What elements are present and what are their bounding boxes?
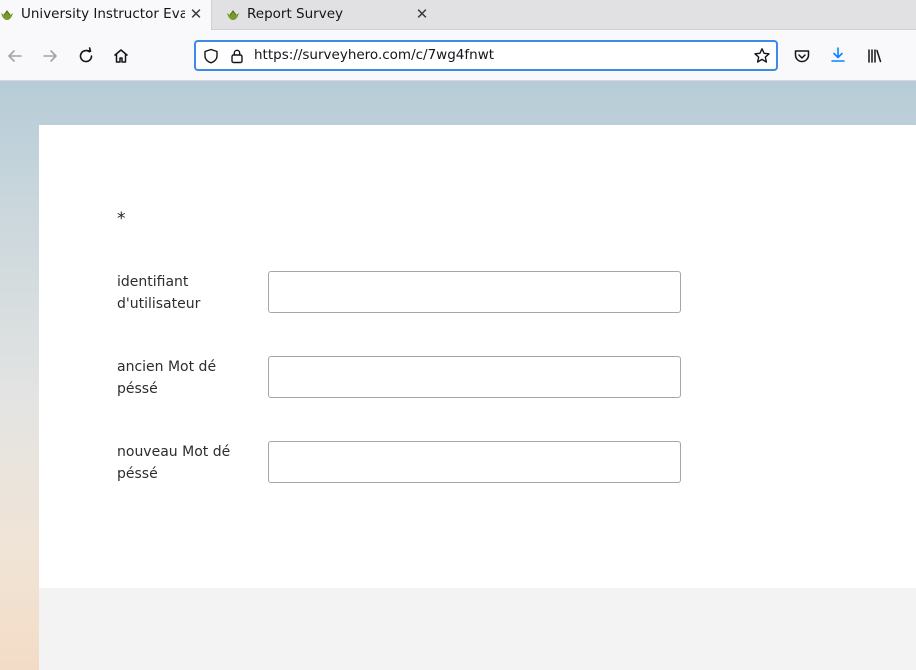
required-marker: * [117,209,126,229]
new-password-label: nouveau Mot dé péssé [117,444,231,482]
tab-title: University Instructor Evaluati [21,6,185,22]
surveyhero-favicon-icon [1,10,13,20]
url-bar[interactable]: https://surveyhero.com/c/7wg4fnwt [194,40,778,71]
forward-arrow-icon[interactable] [39,45,61,67]
surveyhero-favicon-icon [227,10,239,20]
home-icon[interactable] [110,45,132,67]
navigation-toolbar: https://surveyhero.com/c/7wg4fnwt [0,30,916,81]
old-password-input[interactable] [268,356,681,398]
new-password-input[interactable] [268,441,681,483]
tab-report-survey[interactable]: Report Survey ✕ [213,0,441,30]
tab-university-instructor-evaluation[interactable]: University Instructor Evaluati ✕ [0,0,212,30]
lock-icon[interactable] [226,45,248,67]
survey-footer [39,588,916,670]
old-password-label: ancien Mot dé péssé [117,359,217,397]
user-id-input[interactable] [268,271,681,313]
page-background: * identifiant d'utilisateur ancien Mot d… [0,81,916,670]
tab-title: Report Survey [247,6,344,22]
user-id-label: identifiant d'utilisateur [117,274,201,312]
close-tab-icon[interactable]: ✕ [188,5,204,23]
library-icon[interactable] [863,45,885,67]
url-text[interactable]: https://surveyhero.com/c/7wg4fnwt [254,47,494,63]
tab-strip: University Instructor Evaluati ✕ Report … [0,0,916,30]
download-icon[interactable] [827,44,849,66]
close-tab-icon[interactable]: ✕ [414,5,430,23]
shield-icon[interactable] [200,45,222,67]
pocket-icon[interactable] [791,45,813,67]
back-arrow-icon[interactable] [4,45,26,67]
survey-form-card: * identifiant d'utilisateur ancien Mot d… [39,125,916,588]
reload-icon[interactable] [75,45,97,67]
bookmark-star-icon[interactable] [751,45,773,67]
